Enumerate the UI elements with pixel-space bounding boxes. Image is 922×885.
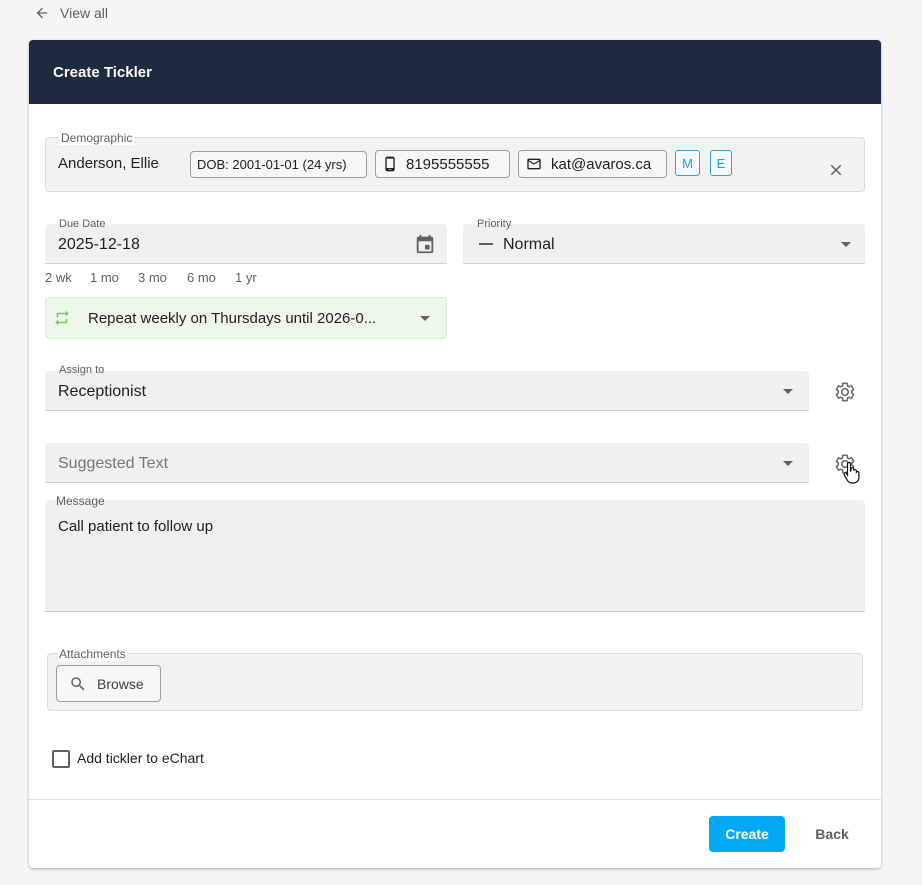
assign-settings-gear-icon[interactable] [834,381,856,403]
attachments-label: Attachments [58,647,127,661]
view-all-label: View all [60,5,108,21]
arrow-left-icon [36,7,48,19]
suggested-text-placeholder: Suggested Text [58,455,169,472]
tag-m-button[interactable]: M [675,150,700,176]
quick-3mo[interactable]: 3 mo [138,270,167,285]
priority-label: Priority [477,218,512,230]
priority-dropdown-icon [841,242,851,247]
suggested-text-dropdown-icon [783,461,793,466]
email-chip[interactable]: kat@avaros.ca [518,150,667,178]
create-button[interactable]: Create [709,816,785,852]
message-label: Message [56,494,105,508]
mail-icon [527,158,541,170]
search-icon [71,676,85,690]
mobile-phone-icon [385,156,395,172]
due-date-label: Due Date [59,218,106,230]
calendar-icon[interactable] [414,233,436,255]
attachments-field [47,653,863,711]
page-title: Create Tickler [53,63,152,81]
priority-normal-icon [479,243,493,245]
tag-e-button[interactable]: E [710,150,732,176]
browse-button[interactable]: Browse [56,665,161,702]
repeat-value: Repeat weekly on Thursdays until 2026-0.… [88,310,377,327]
demographic-label: Demographic [59,131,135,145]
view-all-link[interactable]: View all [34,4,108,22]
due-date-value: 2025-12-18 [58,236,140,253]
dob-text: DOB: 2001-01-01 (24 yrs) [197,157,347,172]
tag-e-label: E [716,155,726,171]
phone-chip[interactable]: 8195555555 [375,150,510,178]
assign-to-label: Assign to [59,364,105,376]
add-to-echart-label: Add tickler to eChart [77,750,204,766]
quick-1yr[interactable]: 1 yr [235,270,257,285]
hand-cursor-icon [843,461,860,484]
assign-to-value: Receptionist [58,383,147,400]
create-label: Create [725,826,769,842]
dob-chip: DOB: 2001-01-01 (24 yrs) [190,151,367,178]
clear-demographic-icon[interactable] [827,161,845,179]
email-text: kat@avaros.ca [551,155,652,173]
message-textarea[interactable] [45,500,865,612]
footer-divider [29,799,881,800]
priority-value: Normal [503,236,555,253]
back-label: Back [815,826,849,842]
repeat-dropdown-icon [420,316,430,321]
phone-text: 8195555555 [406,155,490,173]
back-button[interactable]: Back [802,816,862,852]
quick-1mo[interactable]: 1 mo [90,270,119,285]
quick-2wk[interactable]: 2 wk [45,270,72,285]
card-header: Create Tickler [29,40,881,104]
assign-to-select[interactable] [45,371,809,411]
assign-to-dropdown-icon [783,389,793,394]
browse-label: Browse [97,675,144,692]
patient-name: Anderson, Ellie [58,155,159,172]
message-value: Call patient to follow up [58,518,214,535]
add-to-echart-checkbox[interactable] [52,750,70,768]
quick-6mo[interactable]: 6 mo [187,270,216,285]
repeat-icon [55,310,69,326]
tag-m-label: M [682,155,693,171]
